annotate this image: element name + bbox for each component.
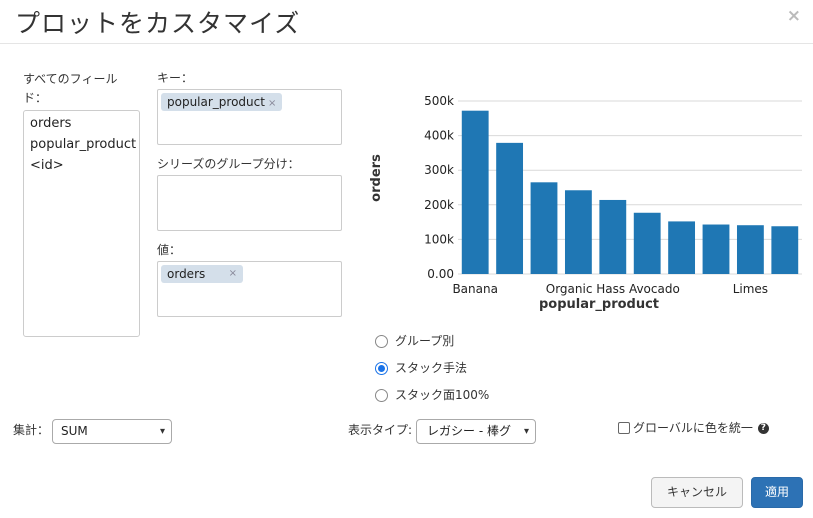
all-fields-list[interactable]: orders popular_product <id>	[23, 110, 140, 337]
x-axis-label: popular_product	[539, 297, 659, 312]
key-chip[interactable]: popular_product ×	[161, 93, 283, 111]
radio-grouped-button[interactable]	[375, 334, 388, 348]
values-chip-text: orders	[167, 267, 206, 281]
radio-stacked-button[interactable]	[375, 361, 388, 375]
bar[interactable]	[530, 182, 558, 274]
global-color-option[interactable]: グローバルに色を統一 ?	[618, 420, 769, 436]
field-item-id[interactable]: <id>	[24, 155, 139, 176]
dialog-header: プロットをカスタマイズ ×	[0, 0, 813, 44]
radio-stacked-percent-label: スタック面100%	[395, 388, 490, 402]
x-axis-ticks: Banana Organic Hass Avocado Limes	[452, 282, 768, 296]
x-tick-label: Organic Hass Avocado	[546, 282, 680, 296]
remove-key-chip-icon[interactable]: ×	[268, 98, 276, 109]
y-axis-label: orders	[369, 154, 384, 202]
bar[interactable]	[668, 221, 696, 274]
series-group-drop-zone[interactable]	[157, 175, 342, 231]
aggregation-select-value: SUM	[61, 424, 88, 438]
chevron-down-icon: ▾	[523, 426, 529, 437]
key-chip-text: popular_product	[167, 95, 265, 109]
all-fields-label: すべてのフィールド：	[23, 72, 118, 105]
key-label: キー：	[157, 71, 194, 85]
bar[interactable]	[633, 212, 661, 274]
series-group-label: シリーズのグループ分け：	[157, 157, 300, 171]
global-color-checkbox[interactable]	[618, 422, 630, 434]
y-tick-label: 400k	[424, 129, 454, 143]
bar[interactable]	[461, 110, 489, 274]
bar[interactable]	[771, 226, 799, 274]
radio-grouped-label: グループ別	[395, 334, 455, 348]
radio-stacked-label: スタック手法	[395, 361, 468, 375]
aggregation-label: 集計：	[13, 423, 50, 437]
remove-values-chip-icon[interactable]: ×	[229, 265, 237, 283]
values-chip[interactable]: orders ×	[161, 265, 243, 283]
bar[interactable]	[496, 142, 524, 274]
field-item-orders[interactable]: orders	[24, 113, 139, 134]
x-tick-label: Limes	[733, 282, 768, 296]
y-tick-label: 200k	[424, 198, 454, 212]
values-label: 値：	[157, 243, 182, 257]
x-tick-label: Banana	[452, 282, 498, 296]
radio-stacked-percent[interactable]: スタック面100%	[375, 386, 489, 404]
y-tick-label: 0.00	[427, 267, 454, 281]
field-item-popular-product[interactable]: popular_product	[24, 134, 139, 155]
global-color-label: グローバルに色を統一	[633, 421, 753, 435]
radio-stacked-percent-button[interactable]	[375, 388, 388, 402]
y-tick-label: 300k	[424, 163, 454, 177]
radio-grouped[interactable]: グループ別	[375, 332, 454, 350]
aggregation-select[interactable]: SUM ▾	[52, 419, 172, 444]
apply-button[interactable]: 適用	[751, 477, 803, 508]
bar[interactable]	[564, 190, 592, 274]
dialog-title: プロットをカスタマイズ	[15, 9, 301, 38]
bar[interactable]	[599, 199, 627, 274]
question-circle-icon[interactable]: ?	[757, 422, 769, 434]
bar-chart: 0.00 100k 200k 300k 400k 500k Banana Organic H…	[369, 94, 802, 312]
y-axis-ticks: 0.00 100k 200k 300k 400k 500k	[424, 94, 454, 281]
key-drop-zone[interactable]: popular_product ×	[157, 89, 342, 145]
bar[interactable]	[702, 224, 730, 274]
close-icon[interactable]: ×	[787, 6, 801, 26]
y-tick-label: 100k	[424, 232, 454, 246]
y-tick-label: 500k	[424, 94, 454, 108]
values-drop-zone[interactable]: orders ×	[157, 261, 342, 317]
bar[interactable]	[736, 225, 764, 274]
radio-stacked[interactable]: スタック手法	[375, 359, 467, 377]
cancel-button[interactable]: キャンセル	[651, 477, 743, 508]
display-type-label: 表示タイプ:	[348, 423, 413, 437]
display-type-select-value: レガシー - 棒グ	[427, 424, 511, 438]
display-type-select[interactable]: レガシー - 棒グ ▾	[416, 419, 536, 444]
chevron-down-icon: ▾	[159, 426, 165, 437]
